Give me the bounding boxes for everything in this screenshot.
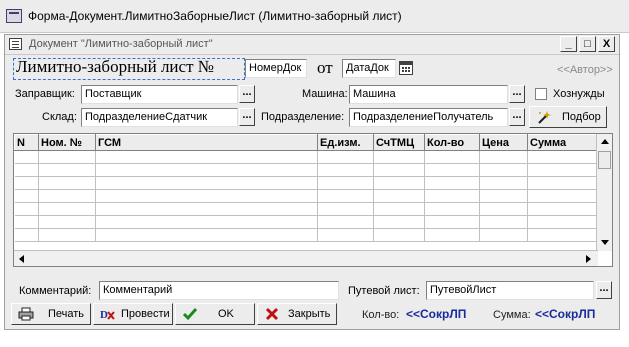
- close-window-button[interactable]: X: [598, 36, 615, 52]
- department-select-button[interactable]: ...: [509, 108, 525, 126]
- column-header[interactable]: ГСМ: [95, 134, 318, 151]
- waybill-field[interactable]: ПутевойЛист: [426, 281, 594, 300]
- ok-label: OK: [218, 308, 234, 320]
- column-header[interactable]: Кол-во: [424, 134, 480, 151]
- app-form-icon: [6, 9, 22, 23]
- scroll-thumb[interactable]: [598, 151, 611, 169]
- column-header[interactable]: СчТМЦ: [373, 134, 425, 151]
- warehouse-select-button[interactable]: ...: [239, 108, 255, 126]
- scroll-up-icon[interactable]: [601, 139, 609, 144]
- post-document-icon: D: [100, 309, 115, 321]
- comment-field[interactable]: Комментарий: [99, 281, 339, 300]
- waybill-select-button[interactable]: ...: [596, 281, 612, 299]
- select-items-label: Подбор: [562, 111, 601, 123]
- document-title-bar: Документ "Лимитно-заборный лист" _ □ X: [5, 35, 619, 55]
- select-items-button[interactable]: Подбор: [529, 106, 607, 128]
- column-header[interactable]: Ном. №: [38, 134, 96, 151]
- svg-text:D: D: [100, 309, 108, 321]
- table-row[interactable]: [14, 215, 598, 229]
- magic-wand-icon: [538, 111, 551, 124]
- vehicle-select-button[interactable]: ...: [509, 85, 525, 103]
- comment-label: Комментарий:: [19, 285, 92, 297]
- sum-label: Сумма:: [493, 309, 531, 321]
- waybill-label: Путевой лист:: [348, 285, 420, 297]
- from-label: от: [317, 58, 333, 77]
- column-header[interactable]: Сумма: [527, 134, 598, 151]
- document-icon: [9, 38, 22, 50]
- column-header[interactable]: Ед.изм.: [317, 134, 374, 151]
- close-button[interactable]: Закрыть: [257, 303, 337, 325]
- scroll-left-icon[interactable]: [19, 255, 24, 263]
- household-label: Хознужды: [553, 88, 605, 100]
- table-row[interactable]: [14, 150, 598, 164]
- vehicle-label: Машина:: [302, 88, 348, 100]
- vehicle-field[interactable]: Машина: [349, 85, 508, 104]
- doc-date-field[interactable]: ДатаДок: [342, 59, 396, 78]
- department-field[interactable]: ПодразделениеПолучатель: [349, 108, 508, 127]
- ok-button[interactable]: OK: [175, 303, 255, 325]
- table-row[interactable]: [14, 176, 598, 190]
- warehouse-label: Склад:: [42, 111, 77, 123]
- document-window: Документ "Лимитно-заборный лист" _ □ X Л…: [4, 34, 620, 330]
- document-heading: Лимитно-заборный лист №: [16, 57, 214, 76]
- document-title: Документ "Лимитно-заборный лист": [29, 38, 213, 50]
- supplier-label: Заправщик:: [15, 88, 75, 100]
- qty-value: <<СокрЛП: [406, 307, 467, 321]
- author-link[interactable]: <<Автор>>: [557, 64, 613, 76]
- department-label: Подразделение:: [261, 111, 345, 123]
- items-table[interactable]: N Ном. № ГСМ Ед.изм. СчТМЦ Кол-во Цена С…: [13, 133, 613, 267]
- calendar-icon[interactable]: [399, 61, 413, 75]
- doc-number-field[interactable]: НомерДок: [245, 59, 307, 78]
- table-row[interactable]: [14, 228, 598, 242]
- table-row[interactable]: [14, 163, 598, 177]
- table-row[interactable]: [14, 189, 598, 203]
- post-label: Провести: [121, 308, 170, 320]
- horizontal-scrollbar[interactable]: [14, 250, 598, 266]
- print-button[interactable]: Печать: [11, 303, 91, 325]
- minimize-button[interactable]: _: [560, 36, 577, 52]
- sum-value: <<СокрЛП: [535, 307, 596, 321]
- scroll-right-icon[interactable]: [586, 255, 591, 263]
- table-header-row: N Ном. № ГСМ Ед.изм. СчТМЦ Кол-во Цена С…: [14, 134, 598, 151]
- app-title-bar: Форма-Документ.ЛимитноЗаборныеЛист (Лими…: [0, 0, 629, 33]
- column-header[interactable]: N: [14, 134, 39, 151]
- maximize-button[interactable]: □: [579, 36, 596, 52]
- column-header[interactable]: Цена: [479, 134, 528, 151]
- qty-label: Кол-во:: [362, 309, 400, 321]
- printer-icon: [18, 307, 34, 321]
- supplier-select-button[interactable]: ...: [239, 85, 255, 103]
- vertical-scrollbar[interactable]: [596, 134, 612, 251]
- scroll-down-icon[interactable]: [601, 240, 609, 245]
- close-x-icon: [265, 307, 279, 321]
- table-row[interactable]: [14, 202, 598, 216]
- household-checkbox[interactable]: [535, 88, 547, 100]
- supplier-field[interactable]: Поставщик: [81, 85, 238, 104]
- warehouse-field[interactable]: ПодразделениеСдатчик: [81, 108, 238, 127]
- checkmark-icon: [182, 308, 198, 321]
- post-button[interactable]: D Провести: [93, 303, 173, 325]
- close-label: Закрыть: [288, 308, 331, 320]
- print-label: Печать: [48, 308, 85, 320]
- window-title: Форма-Документ.ЛимитноЗаборныеЛист (Лими…: [28, 9, 402, 23]
